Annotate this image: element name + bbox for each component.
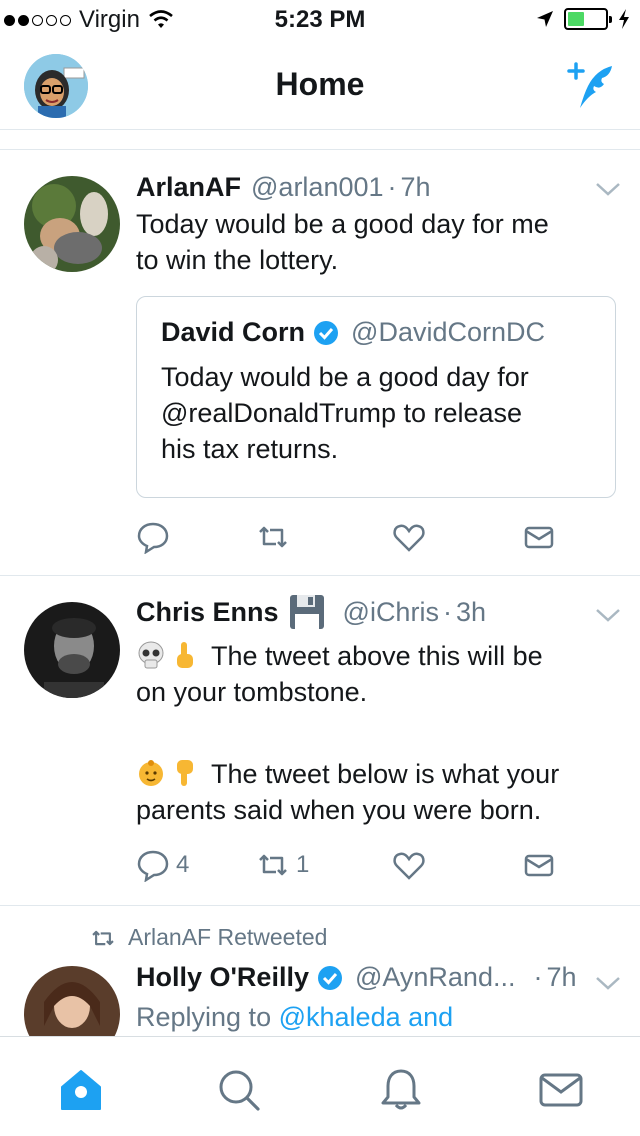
separator: · — [533, 962, 543, 992]
tweet-header: Holly O'Reilly @AynRand... · 7h — [136, 962, 577, 993]
quoted-tweet-header: David Corn @DavidCornDC — [161, 317, 545, 348]
compose-tweet-button[interactable] — [566, 60, 618, 112]
tweet-actions — [136, 520, 616, 560]
tweet-text-line: on your tombstone. — [136, 677, 368, 707]
status-bar: Virgin 5:23 PM — [0, 0, 640, 40]
tweet[interactable]: ArlanAF @arlan001 · 7h Today would be a … — [0, 150, 640, 576]
quoted-tweet[interactable]: David Corn @DavidCornDC Today would be a… — [136, 296, 616, 498]
reply-button[interactable] — [136, 520, 176, 554]
avatar[interactable] — [24, 602, 120, 698]
tweet-text-line — [136, 710, 616, 756]
skull-icon — [138, 641, 164, 669]
replying-to: Replying to @khaleda and — [136, 1002, 453, 1033]
like-button[interactable] — [392, 520, 432, 554]
tweet-header: Chris Enns @iChris · 3h — [136, 594, 486, 630]
tweet-time: 7h — [400, 172, 431, 202]
tweet-text-line: Today would be a good day for me — [136, 209, 549, 239]
quoted-text-line: his tax returns. — [161, 434, 339, 464]
timeline-gap — [0, 130, 640, 150]
tab-messages[interactable] — [538, 1067, 584, 1113]
tweet-time: 3h — [455, 596, 486, 627]
retweeted-by: ArlanAF Retweeted — [90, 924, 327, 951]
retweet-icon — [259, 526, 287, 548]
compose-tweet-icon — [567, 62, 612, 108]
direct-message-button[interactable] — [522, 848, 556, 882]
reply-icon — [137, 850, 169, 882]
envelope-icon — [524, 854, 554, 877]
tweet-actions: 4 1 — [136, 848, 616, 888]
reply-button[interactable]: 4 — [136, 848, 189, 882]
pointing-up-icon — [177, 642, 193, 668]
heart-icon — [393, 524, 425, 552]
notifications-icon — [381, 1069, 421, 1110]
tweet[interactable]: Chris Enns @iChris · 3h The tweet above … — [0, 576, 640, 906]
quoted-author-name: David Corn — [161, 317, 306, 347]
tab-search[interactable] — [216, 1067, 262, 1113]
battery-icon — [564, 8, 612, 30]
chevron-down-icon[interactable] — [594, 606, 622, 624]
tab-notifications[interactable] — [378, 1067, 424, 1113]
chevron-down-icon[interactable] — [594, 974, 622, 992]
verified-badge-icon — [317, 965, 342, 990]
tweet-text-line: The tweet below is what your — [136, 756, 616, 792]
tweet-text-line: The tweet above this will be — [136, 638, 616, 674]
replying-to-link[interactable]: @khaleda and — [279, 1002, 454, 1032]
tweet-text: The tweet above this will be on your tom… — [136, 638, 616, 828]
search-icon — [219, 1070, 260, 1111]
like-button[interactable] — [392, 848, 432, 882]
chevron-down-icon[interactable] — [594, 180, 622, 198]
author-name[interactable]: Chris Enns — [136, 597, 279, 628]
author-name[interactable]: Holly O'Reilly — [136, 962, 309, 993]
tweet-header: ArlanAF @arlan001 · 7h — [136, 172, 431, 203]
retweeted-by-label[interactable]: ArlanAF Retweeted — [128, 924, 327, 951]
tweet-text: Today would be a good day for me to win … — [136, 206, 616, 278]
envelope-icon — [524, 526, 554, 549]
retweet-button[interactable]: 1 — [256, 848, 309, 882]
location-arrow-icon — [537, 11, 553, 27]
separator: · — [387, 172, 397, 202]
page-title: Home — [275, 66, 365, 102]
quoted-author-handle: @DavidCornDC — [351, 317, 545, 347]
quoted-text-line: @realDonaldTrump to release — [161, 398, 523, 428]
retweet-icon — [92, 930, 114, 945]
verified-badge-icon — [314, 320, 339, 345]
avatar[interactable] — [24, 176, 120, 272]
reply-count: 4 — [176, 851, 190, 878]
retweet-icon — [259, 854, 287, 876]
charging-bolt-icon — [619, 9, 629, 29]
retweet-button[interactable] — [256, 520, 296, 554]
tweet[interactable]: ArlanAF Retweeted EVER Holly O'Reilly @A… — [0, 906, 640, 1036]
tab-home[interactable] — [58, 1067, 104, 1113]
tweet-time: 7h — [546, 962, 577, 992]
tweet-text-line: parents said when you were born. — [136, 795, 542, 825]
author-handle: @AynRand... — [354, 962, 516, 992]
avatar[interactable]: EVER — [24, 966, 120, 1036]
floppy-disk-icon — [289, 595, 324, 629]
quoted-tweet-text: Today would be a good day for @realDonal… — [161, 359, 591, 467]
replying-to-label: Replying to — [136, 1002, 272, 1032]
reply-icon — [137, 522, 169, 554]
quoted-text-line: Today would be a good day for — [161, 362, 529, 392]
tweet-text-line: to win the lottery. — [136, 245, 339, 275]
direct-message-button[interactable] — [522, 520, 556, 554]
messages-icon — [539, 1073, 583, 1107]
separator: · — [442, 596, 452, 627]
baby-face-icon — [139, 760, 163, 786]
author-handle: @arlan001 — [251, 172, 384, 202]
author-name[interactable]: ArlanAF — [136, 172, 241, 203]
heart-icon — [393, 852, 425, 880]
author-handle: @iChris — [342, 596, 439, 627]
nav-bar: Home — [0, 40, 640, 130]
retweet-count: 1 — [296, 851, 310, 878]
tab-bar — [0, 1036, 640, 1136]
pointing-down-icon — [177, 760, 193, 786]
home-icon — [61, 1070, 101, 1110]
